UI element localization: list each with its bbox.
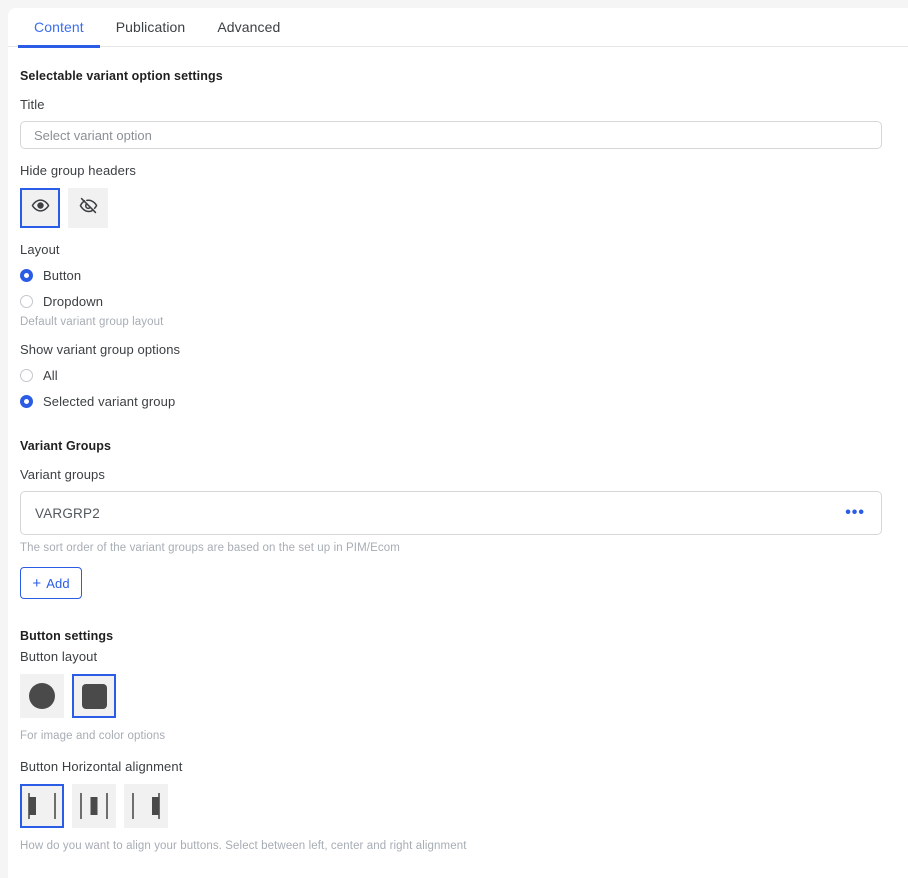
- hide-group-headers-toggle-group: [20, 188, 896, 228]
- show-variant-group-option-all[interactable]: All: [20, 368, 896, 383]
- layout-option-button-radio[interactable]: [20, 269, 33, 282]
- button-layout-circle-button[interactable]: [20, 674, 64, 718]
- variant-group-value: VARGRP2: [35, 505, 100, 521]
- button-layout-helper-text: For image and color options: [20, 730, 166, 742]
- variant-groups-section-title: Variant Groups: [20, 439, 112, 453]
- show-variant-group-option-selected-radio[interactable]: [20, 395, 33, 408]
- variant-group-row[interactable]: VARGRP2 •••: [20, 491, 882, 535]
- tab-bar: Content Publication Advanced: [8, 8, 908, 48]
- layout-option-dropdown-radio[interactable]: [20, 295, 33, 308]
- square-shape-icon: [81, 683, 107, 709]
- align-right-button[interactable]: [124, 784, 168, 828]
- layout-helper-text: Default variant group layout: [20, 316, 164, 328]
- circle-shape-icon: [29, 683, 55, 709]
- variant-groups-helper-text: The sort order of the variant groups are…: [20, 542, 400, 554]
- button-alignment-toggle-group: [20, 784, 896, 828]
- button-alignment-helper-text: How do you want to align your buttons. S…: [20, 840, 467, 852]
- show-variant-group-option-all-label: All: [43, 368, 58, 383]
- button-layout-label: Button layout: [20, 649, 98, 664]
- eye-hidden-button[interactable]: [68, 188, 108, 228]
- align-left-button[interactable]: [20, 784, 64, 828]
- button-alignment-label: Button Horizontal alignment: [20, 759, 183, 774]
- align-center-icon: [79, 793, 109, 819]
- settings-panel-card: Content Publication Advanced Selectable …: [8, 8, 908, 878]
- title-label: Title: [20, 97, 45, 112]
- layout-label: Layout: [20, 242, 60, 257]
- selectable-variant-section-title: Selectable variant option settings: [20, 69, 223, 83]
- tab-publication-label: Publication: [115, 19, 186, 35]
- eye-visible-icon: [31, 196, 50, 220]
- show-variant-group-option-selected[interactable]: Selected variant group: [20, 394, 896, 409]
- align-right-icon: [131, 793, 161, 819]
- plus-icon: +: [32, 574, 42, 592]
- tab-publication[interactable]: Publication: [100, 8, 202, 47]
- show-variant-group-option-all-radio[interactable]: [20, 369, 33, 382]
- layout-option-button[interactable]: Button: [20, 268, 896, 283]
- show-variant-group-options-label: Show variant group options: [20, 342, 181, 357]
- button-layout-toggle-group: [20, 674, 896, 718]
- align-left-icon: [27, 793, 57, 819]
- tab-content[interactable]: Content: [18, 8, 100, 48]
- align-center-button[interactable]: [72, 784, 116, 828]
- eye-hidden-icon: [79, 196, 98, 220]
- variant-group-more-options-icon[interactable]: •••: [845, 505, 865, 521]
- add-variant-group-label: Add: [46, 575, 70, 591]
- layout-option-button-label: Button: [43, 268, 82, 283]
- button-layout-square-button[interactable]: [72, 674, 116, 718]
- hide-group-headers-label: Hide group headers: [20, 163, 136, 178]
- settings-form: Selectable variant option settings Title…: [8, 69, 908, 852]
- tab-advanced[interactable]: Advanced: [201, 8, 296, 47]
- button-settings-section-title: Button settings: [20, 629, 114, 643]
- add-variant-group-button[interactable]: + Add: [20, 567, 82, 599]
- title-input[interactable]: [20, 121, 882, 149]
- tab-content-label: Content: [34, 19, 84, 35]
- tab-advanced-label: Advanced: [217, 19, 281, 35]
- eye-visible-button[interactable]: [20, 188, 60, 228]
- show-variant-group-option-selected-label: Selected variant group: [43, 394, 176, 409]
- variant-groups-field-label: Variant groups: [20, 467, 105, 482]
- layout-option-dropdown[interactable]: Dropdown: [20, 294, 896, 309]
- layout-option-dropdown-label: Dropdown: [43, 294, 104, 309]
